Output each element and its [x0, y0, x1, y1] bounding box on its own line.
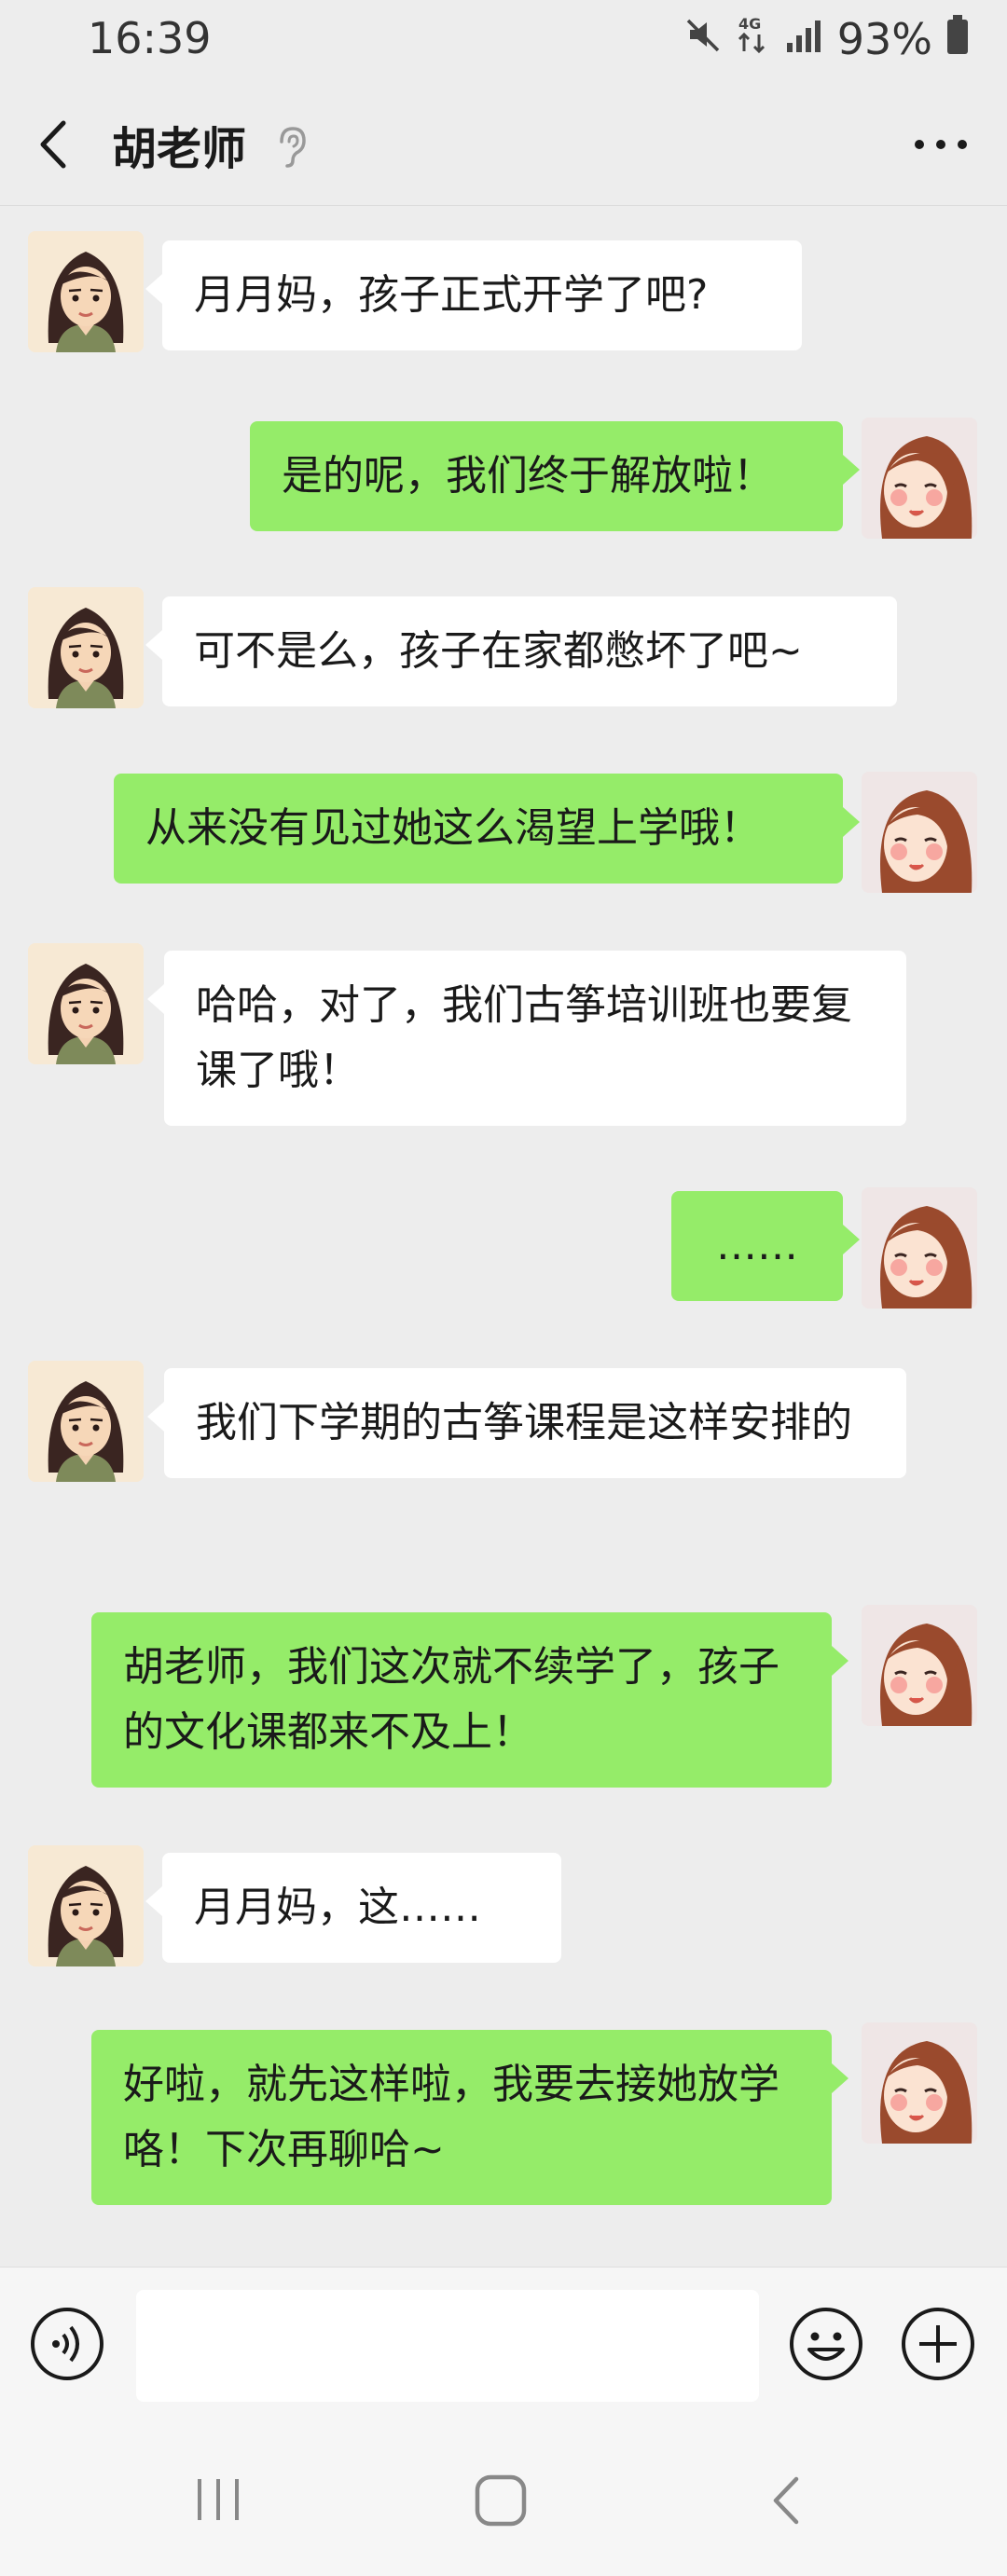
teacher-avatar[interactable] — [28, 1361, 144, 1482]
message-list: 月月妈，孩子正式开学了吧? 是的呢，我们终于解放啦！ 可不是么，孩子在家都憋坏了… — [0, 207, 1007, 2267]
battery-icon — [945, 14, 970, 65]
chat-title: 胡老师 — [112, 123, 247, 175]
message-bubble[interactable]: 月月妈，这…… — [145, 1853, 561, 1963]
recent-apps-button[interactable] — [194, 2475, 242, 2524]
chat-header: 胡老师 — [0, 84, 1007, 206]
my-avatar[interactable] — [862, 772, 977, 893]
ear-icon[interactable] — [272, 123, 310, 170]
system-back-button[interactable] — [766, 2473, 804, 2528]
battery-percent: 93% — [836, 14, 932, 64]
message-bubble[interactable]: 可不是么，孩子在家都憋坏了吧~ — [145, 596, 897, 706]
teacher-avatar[interactable] — [28, 1845, 144, 1966]
teacher-avatar[interactable] — [28, 231, 144, 352]
my-avatar[interactable] — [862, 418, 977, 539]
voice-icon — [31, 2308, 103, 2380]
message-bubble[interactable]: 我们下学期的古筝课程是这样安排的 — [147, 1368, 906, 1478]
message-bubble[interactable]: 好啦，就先这样啦，我要去接她放学咯！下次再聊哈~ — [91, 2030, 848, 2205]
teacher-avatar[interactable] — [28, 943, 144, 1064]
my-avatar[interactable] — [862, 2022, 977, 2144]
status-bar: 16:39 4G 93% — [0, 0, 1007, 84]
message-bubble[interactable]: …… — [671, 1191, 860, 1301]
teacher-avatar[interactable] — [28, 587, 144, 708]
status-icons: 4G 93% — [684, 13, 970, 65]
input-bar — [0, 2267, 1007, 2407]
more-icon — [915, 140, 967, 149]
network-label: 4G — [738, 15, 761, 33]
back-icon — [40, 120, 66, 169]
plus-icon — [902, 2308, 974, 2380]
system-nav-bar — [0, 2406, 1007, 2576]
message-input[interactable] — [136, 2290, 759, 2402]
home-button[interactable] — [474, 2473, 528, 2528]
message-bubble[interactable]: 哈哈，对了，我们古筝培训班也要复课了哦！ — [147, 951, 906, 1126]
system-back-icon — [773, 2476, 799, 2525]
message-bubble[interactable]: 从来没有见过她这么渴望上学哦！ — [114, 774, 860, 884]
signal-icon — [785, 14, 824, 64]
plus-button[interactable] — [899, 2305, 977, 2383]
my-avatar[interactable] — [862, 1605, 977, 1726]
back-button[interactable] — [28, 112, 84, 177]
my-avatar[interactable] — [862, 1187, 977, 1309]
more-button[interactable] — [908, 121, 973, 168]
status-time: 16:39 — [88, 13, 212, 63]
message-bubble[interactable]: 是的呢，我们终于解放啦！ — [250, 421, 860, 531]
emoji-icon — [790, 2308, 862, 2380]
recent-apps-icon — [198, 2479, 239, 2520]
message-bubble[interactable]: 胡老师，我们这次就不续学了，孩子的文化课都来不及上！ — [91, 1612, 848, 1788]
4g-data-icon: 4G — [737, 14, 772, 65]
message-bubble[interactable]: 月月妈，孩子正式开学了吧? — [145, 240, 802, 350]
home-icon — [475, 2474, 527, 2527]
emoji-button[interactable] — [787, 2305, 865, 2383]
voice-button[interactable] — [28, 2305, 106, 2383]
mute-icon — [684, 14, 724, 64]
